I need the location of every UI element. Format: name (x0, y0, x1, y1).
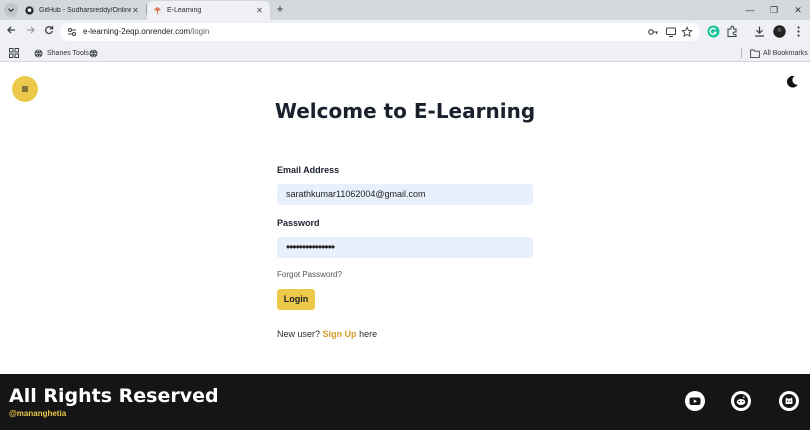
browser-tab-strip: GitHub - Sudharsreddy/Online ✕ E-Learnin… (0, 0, 810, 20)
minimize-button[interactable]: — (738, 0, 762, 20)
url-path: /login (190, 27, 210, 36)
github-link[interactable] (779, 391, 799, 411)
all-bookmarks-button[interactable]: All Bookmarks (750, 47, 808, 59)
bookmark-star-icon[interactable] (681, 26, 693, 38)
extensions-puzzle-icon[interactable] (726, 25, 739, 38)
password-field[interactable]: ••••••••••••••• (277, 237, 533, 258)
apps-button[interactable] (9, 47, 19, 59)
page-title: Welcome to E-Learning (274, 99, 536, 123)
signup-prompt: New user? Sign Up here (277, 329, 533, 339)
email-label: Email Address (277, 165, 340, 175)
footer-handle[interactable]: @mananghetia (9, 409, 66, 418)
bookmark-label: Shanes Tools (47, 49, 89, 57)
back-button[interactable] (4, 25, 18, 39)
tab-github[interactable]: GitHub - Sudharsreddy/Online ✕ (19, 1, 146, 20)
download-icon[interactable] (753, 25, 766, 38)
restore-button[interactable]: ❐ (762, 0, 786, 20)
chevron-down-icon (8, 8, 14, 13)
bottom-edge (0, 430, 810, 436)
forgot-password-link[interactable]: Forgot Password? (277, 270, 533, 280)
footer-title: All Rights Reserved (9, 385, 219, 407)
reddit-icon (734, 394, 748, 408)
url-host: e-learning-2eqp.onrender.com (83, 27, 191, 36)
reload-icon (45, 26, 54, 35)
reload-button[interactable] (42, 25, 56, 39)
window-controls: — ❐ ✕ (738, 0, 810, 20)
browser-toolbar: e-learning-2eqp.onrender.com/login (0, 20, 810, 44)
youtube-link[interactable] (685, 391, 705, 411)
tab-title: E-Learning (167, 7, 202, 14)
signup-suffix: here (359, 329, 378, 339)
email-field[interactable]: sarathkumar11062004@gmail.com (277, 184, 533, 205)
url-text: e-learning-2eqp.onrender.com/login (83, 27, 209, 36)
close-icon[interactable]: ✕ (255, 6, 264, 15)
close-window-button[interactable]: ✕ (786, 0, 810, 20)
github-icon (782, 394, 796, 408)
reddit-link[interactable] (731, 391, 751, 411)
address-bar[interactable]: e-learning-2eqp.onrender.com/login (60, 23, 700, 41)
bookmarks-bar: Shanes Tools All Bookmarks (0, 44, 810, 62)
tab-e-learning[interactable]: E-Learning ✕ (147, 1, 270, 20)
all-bookmarks-label: All Bookmarks (763, 49, 808, 57)
login-page: Welcome to E-Learning Email Address sara… (0, 62, 810, 374)
tab-search-button[interactable] (4, 3, 18, 17)
footer: All Rights Reserved @mananghetia (0, 374, 810, 430)
globe-icon (89, 49, 98, 57)
tab-title: GitHub - Sudharsreddy/Online (39, 7, 131, 14)
password-key-icon[interactable] (647, 26, 659, 38)
login-button[interactable]: Login (277, 289, 315, 310)
folder-icon (750, 49, 760, 58)
close-icon[interactable]: ✕ (131, 6, 140, 15)
bookmark-shanes-tools[interactable]: Shanes Tools (34, 47, 89, 59)
globe-icon (34, 49, 43, 57)
apps-grid-icon (9, 48, 19, 58)
bookmark-globe[interactable] (89, 47, 98, 59)
bookmark-divider (741, 48, 742, 58)
moon-icon[interactable] (785, 75, 799, 89)
hamburger-menu-icon (22, 86, 28, 92)
grammarly-extension-icon[interactable] (707, 25, 720, 38)
login-form: Email Address sarathkumar11062004@gmail.… (277, 165, 533, 339)
e-learning-favicon-icon (153, 6, 162, 15)
profile-avatar[interactable] (773, 25, 786, 38)
new-tab-button[interactable]: + (274, 3, 286, 15)
youtube-icon (689, 397, 701, 405)
github-favicon-icon (25, 6, 34, 15)
arrow-left-icon (7, 26, 15, 34)
signup-prefix: New user? (277, 329, 321, 339)
arrow-right-icon (27, 26, 35, 34)
install-app-icon[interactable] (665, 26, 677, 38)
site-info-icon[interactable] (66, 26, 78, 38)
signup-link[interactable]: Sign Up (323, 329, 357, 339)
more-options-icon[interactable] (792, 25, 805, 38)
password-label: Password (277, 218, 320, 228)
forward-button[interactable] (24, 25, 38, 39)
